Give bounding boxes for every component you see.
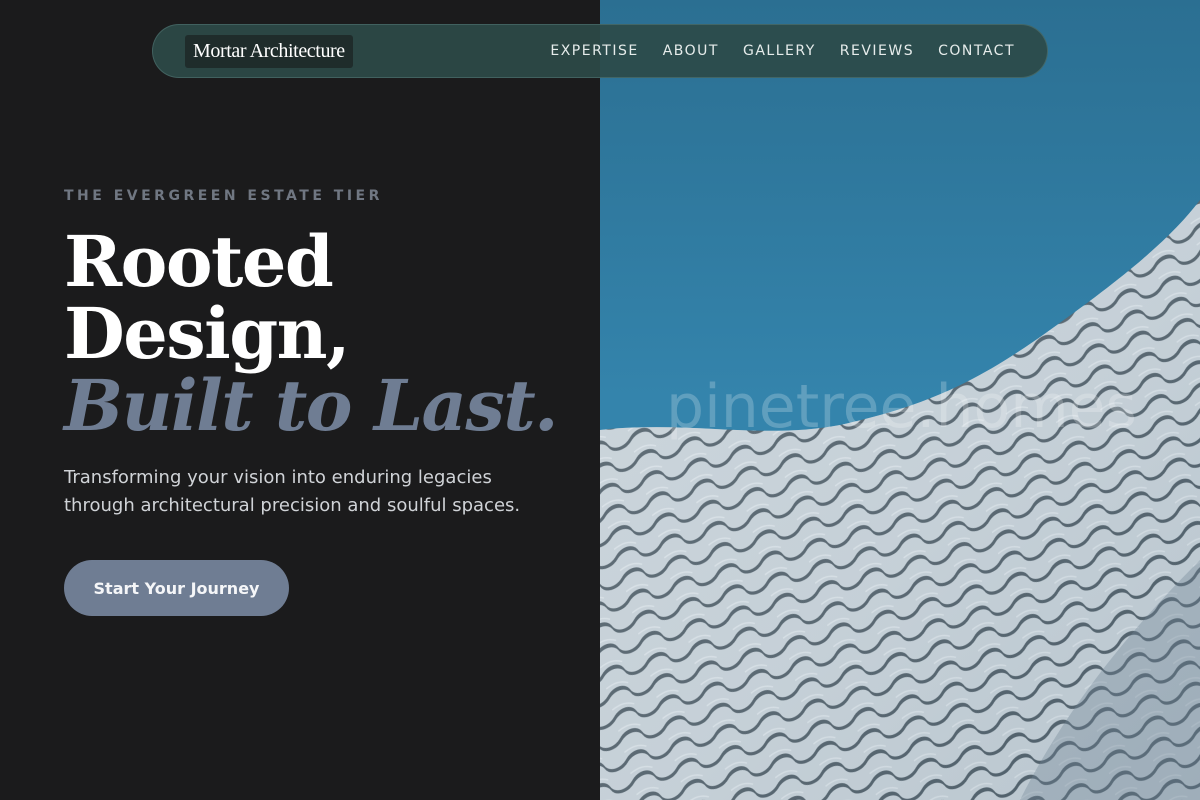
nav-link-expertise[interactable]: EXPERTISE bbox=[550, 43, 638, 59]
hero-image: pinetree.homes bbox=[600, 0, 1200, 800]
image-watermark: pinetree.homes bbox=[666, 372, 1137, 442]
hero-eyebrow: THE EVERGREEN ESTATE TIER bbox=[64, 188, 383, 204]
brand-logo[interactable]: Mortar Architecture bbox=[185, 34, 353, 68]
start-journey-button[interactable]: Start Your Journey bbox=[64, 560, 289, 616]
nav-link-reviews[interactable]: REVIEWS bbox=[840, 43, 914, 59]
landing-page: pinetree.homes Mortar Architecture EXPER… bbox=[0, 0, 1200, 800]
top-navbar: Mortar Architecture EXPERTISE ABOUT GALL… bbox=[152, 24, 1048, 78]
nav-link-contact[interactable]: CONTACT bbox=[938, 43, 1015, 59]
hero-headline: Rooted Design, Built to Last. bbox=[64, 220, 559, 447]
headline-line-2: Design, bbox=[64, 292, 350, 375]
headline-line-1: Rooted bbox=[64, 220, 334, 303]
hero-subtext: Transforming your vision into enduring l… bbox=[64, 467, 521, 516]
nav-link-about[interactable]: ABOUT bbox=[663, 43, 719, 59]
headline-line-3: Built to Last. bbox=[64, 364, 559, 447]
nav-links: EXPERTISE ABOUT GALLERY REVIEWS CONTACT bbox=[550, 43, 1015, 59]
nav-link-gallery[interactable]: GALLERY bbox=[743, 43, 816, 59]
